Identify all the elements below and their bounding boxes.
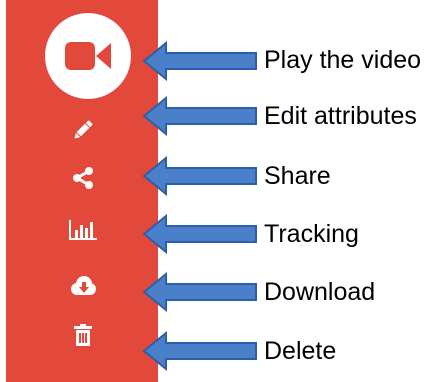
callout-arrow-edit: [142, 96, 257, 136]
callout-arrow-tracking: [142, 214, 257, 254]
label-download: Download: [264, 278, 376, 306]
pencil-icon: [74, 120, 93, 139]
edit-attributes-button[interactable]: [67, 114, 99, 146]
annotated-action-sidebar: Play the video Edit attributes Share Tra…: [0, 0, 448, 382]
callout-arrow-share: [142, 156, 257, 196]
play-video-button[interactable]: [45, 13, 131, 99]
label-play-the-video: Play the video: [264, 46, 422, 74]
share-button[interactable]: [67, 162, 99, 194]
bar-chart-icon: [69, 220, 97, 240]
label-edit-attributes: Edit attributes: [264, 102, 417, 130]
callout-arrow-play: [142, 41, 257, 81]
label-tracking: Tracking: [264, 220, 359, 248]
tracking-button[interactable]: [65, 214, 101, 246]
callout-arrow-delete: [142, 331, 257, 371]
delete-button[interactable]: [68, 320, 98, 350]
label-share: Share: [264, 162, 331, 190]
label-delete: Delete: [264, 337, 337, 365]
callout-arrow-download: [142, 272, 257, 312]
download-button[interactable]: [66, 272, 100, 300]
cloud-download-icon: [71, 276, 96, 295]
share-icon: [73, 167, 93, 189]
trash-icon: [74, 324, 92, 346]
video-camera-icon: [65, 42, 111, 70]
